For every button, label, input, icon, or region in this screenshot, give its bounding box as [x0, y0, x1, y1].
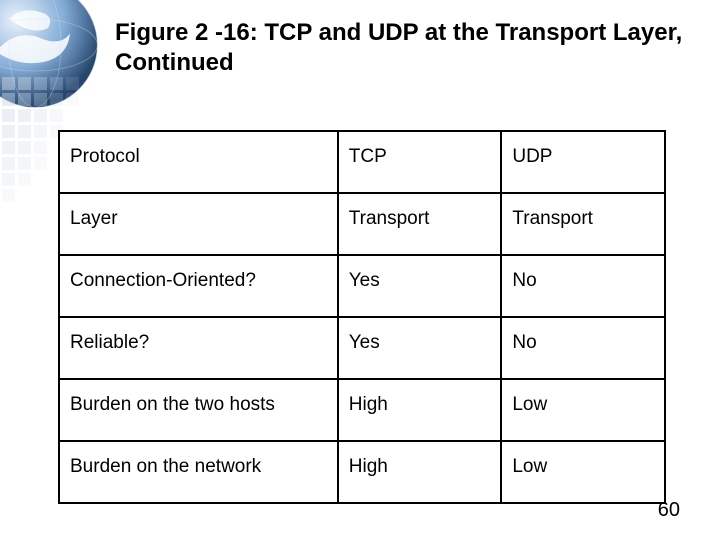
cell-tcp: Yes	[338, 255, 502, 317]
col-header-udp: UDP	[501, 131, 665, 193]
table-header-row: Protocol TCP UDP	[59, 131, 665, 193]
table-row: Layer Transport Transport	[59, 193, 665, 255]
cell-tcp: Yes	[338, 317, 502, 379]
table-row: Connection-Oriented? Yes No	[59, 255, 665, 317]
globe-decoration-icon	[0, 0, 100, 110]
cell-tcp: High	[338, 441, 502, 503]
row-label: Layer	[59, 193, 338, 255]
cell-udp: Transport	[501, 193, 665, 255]
cell-tcp: High	[338, 379, 502, 441]
col-header-tcp: TCP	[338, 131, 502, 193]
cell-udp: No	[501, 317, 665, 379]
cell-tcp: Transport	[338, 193, 502, 255]
row-label: Connection-Oriented?	[59, 255, 338, 317]
table-row: Burden on the two hosts High Low	[59, 379, 665, 441]
cell-udp: Low	[501, 441, 665, 503]
col-header-protocol: Protocol	[59, 131, 338, 193]
row-label: Burden on the network	[59, 441, 338, 503]
comparison-table: Protocol TCP UDP Layer Transport Transpo…	[58, 130, 666, 504]
cell-udp: Low	[501, 379, 665, 441]
row-label: Burden on the two hosts	[59, 379, 338, 441]
figure-title: Figure 2 -16: TCP and UDP at the Transpo…	[115, 18, 690, 78]
row-label: Reliable?	[59, 317, 338, 379]
page-number: 60	[658, 499, 680, 522]
table-row: Reliable? Yes No	[59, 317, 665, 379]
cell-udp: No	[501, 255, 665, 317]
table-row: Burden on the network High Low	[59, 441, 665, 503]
